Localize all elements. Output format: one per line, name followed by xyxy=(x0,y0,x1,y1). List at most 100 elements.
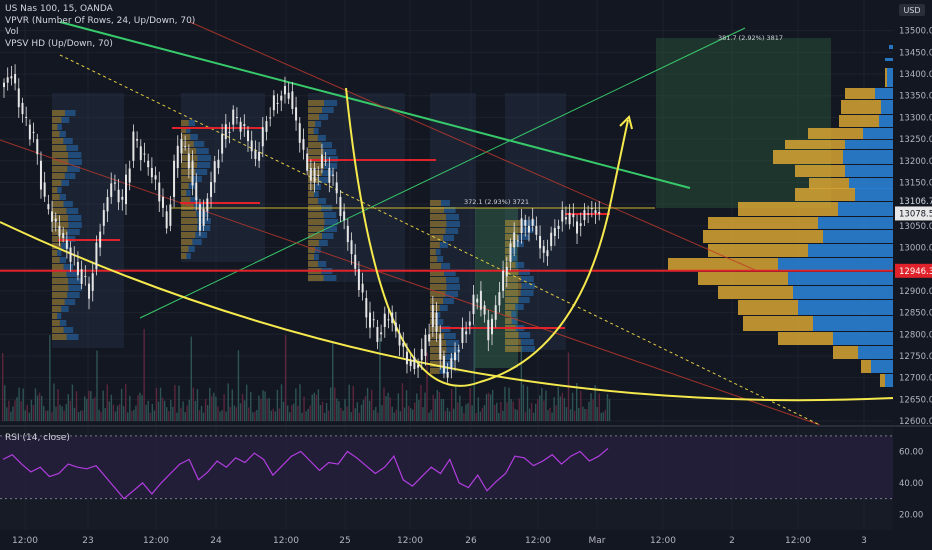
x-tick-label: 12:00 xyxy=(397,536,423,546)
volume-bar xyxy=(104,408,106,421)
session-profile-bar xyxy=(186,253,191,259)
session-profile-bar xyxy=(52,299,65,305)
session-profile-bar xyxy=(430,368,440,374)
volume-bar xyxy=(120,388,123,421)
volume-bar xyxy=(204,398,207,421)
volume-bar xyxy=(190,336,192,421)
candle-body xyxy=(576,221,579,234)
candle-body xyxy=(561,210,564,222)
candle-body xyxy=(491,318,493,335)
session-profile-bar xyxy=(518,297,530,303)
candle-body xyxy=(468,321,471,326)
candle-body xyxy=(346,225,349,243)
session-profile-bar xyxy=(181,176,193,182)
candle-body xyxy=(439,334,442,360)
volume-bar xyxy=(90,391,92,421)
volume-bar xyxy=(295,388,297,421)
volume-bar xyxy=(487,392,490,421)
volume-bar xyxy=(77,412,80,421)
session-profile-bar xyxy=(52,292,68,298)
session-profile-bar xyxy=(505,332,519,338)
session-profile-bar xyxy=(67,292,80,298)
vpvr-bar-up xyxy=(855,188,893,201)
candle-body xyxy=(232,109,235,125)
candle-body xyxy=(21,102,24,115)
candle-body xyxy=(176,145,179,169)
volume-bar xyxy=(157,401,160,421)
session-profile-bar xyxy=(430,214,446,220)
indicator-vpsv[interactable]: VPSV HD (Up/Down, 70) xyxy=(5,39,195,51)
session-profile-bar xyxy=(57,124,62,130)
vpvr-bar-up xyxy=(887,68,893,87)
volume-bar xyxy=(10,411,12,421)
session-profile-bar xyxy=(520,339,534,345)
candle-body xyxy=(165,211,168,229)
volume-bar xyxy=(514,408,516,421)
volume-bar xyxy=(92,398,94,421)
session-profile-bar xyxy=(505,234,519,240)
candle-body xyxy=(217,159,220,169)
y-tick-label: 12900.0 xyxy=(899,287,932,297)
volume-bar xyxy=(506,402,508,421)
volume-bar xyxy=(289,412,291,421)
volume-bar xyxy=(291,405,293,421)
vpvr-bar-up xyxy=(845,165,893,177)
volume-bar xyxy=(520,345,523,421)
volume-bar xyxy=(38,392,41,421)
volume-bar xyxy=(438,391,441,421)
volume-bar xyxy=(237,350,240,421)
volume-bar xyxy=(360,404,363,421)
session-profile-bar xyxy=(520,276,534,282)
session-profile-bar xyxy=(445,214,460,220)
rsi-tick-label: 60.00 xyxy=(899,448,923,458)
volume-bar xyxy=(272,408,274,421)
session-profile-bar xyxy=(430,263,442,269)
volume-bar xyxy=(186,405,188,421)
candle-body xyxy=(47,204,50,210)
candle-body xyxy=(531,218,534,226)
volume-bar xyxy=(381,405,383,421)
volume-bar xyxy=(571,392,574,421)
session-profile-bar xyxy=(444,333,456,339)
x-tick-label: 12:00 xyxy=(785,536,811,546)
session-profile-bar xyxy=(197,162,211,168)
volume-bar xyxy=(67,394,69,421)
session-profile-bar xyxy=(52,117,62,123)
x-tick-label: Mar xyxy=(589,536,606,546)
chart-canvas[interactable]: 12:00 23 12:00 24 12:00 25 12:00 26 12:00 Mar 12:0… xyxy=(0,0,932,550)
session-profile-bar xyxy=(61,117,70,123)
volume-bar xyxy=(45,410,47,421)
session-profile-bar xyxy=(61,180,70,186)
indicator-vpvr[interactable]: VPVR (Number Of Rows, 24, Up/Down, 70) xyxy=(5,16,195,28)
rsi-title[interactable]: RSI (14, close) xyxy=(5,433,70,443)
candle-body xyxy=(409,360,412,366)
session-profile-bar xyxy=(52,264,64,270)
candle-body xyxy=(402,342,405,347)
volume-bar xyxy=(373,410,375,421)
indicator-vol[interactable]: Vol xyxy=(5,27,195,39)
session-profile-bar xyxy=(181,232,196,238)
volume-bar xyxy=(102,390,104,421)
candle-body xyxy=(28,124,31,140)
session-profile-bar xyxy=(57,313,62,319)
volume-bar xyxy=(383,387,385,421)
volume-bar xyxy=(178,385,180,421)
session-profile-bar xyxy=(322,233,334,239)
currency-label: USD xyxy=(903,6,920,15)
candle-body xyxy=(128,168,131,183)
volume-bar xyxy=(334,387,336,421)
session-profile-bar xyxy=(445,291,459,297)
candle-body xyxy=(173,160,176,197)
candle-body xyxy=(324,160,327,162)
volume-bar xyxy=(569,409,572,421)
volume-bar xyxy=(332,341,334,421)
volume-bar xyxy=(508,387,510,421)
volume-bar xyxy=(262,390,264,421)
vpvr-bar-down xyxy=(668,258,778,271)
volume-bar xyxy=(141,395,143,421)
volume-bar xyxy=(582,406,584,421)
volume-bar xyxy=(481,407,484,421)
vpvr-bar-up xyxy=(823,230,893,243)
volume-bar xyxy=(137,395,139,421)
symbol-title[interactable]: US Nas 100, 15, OANDA xyxy=(5,4,195,16)
